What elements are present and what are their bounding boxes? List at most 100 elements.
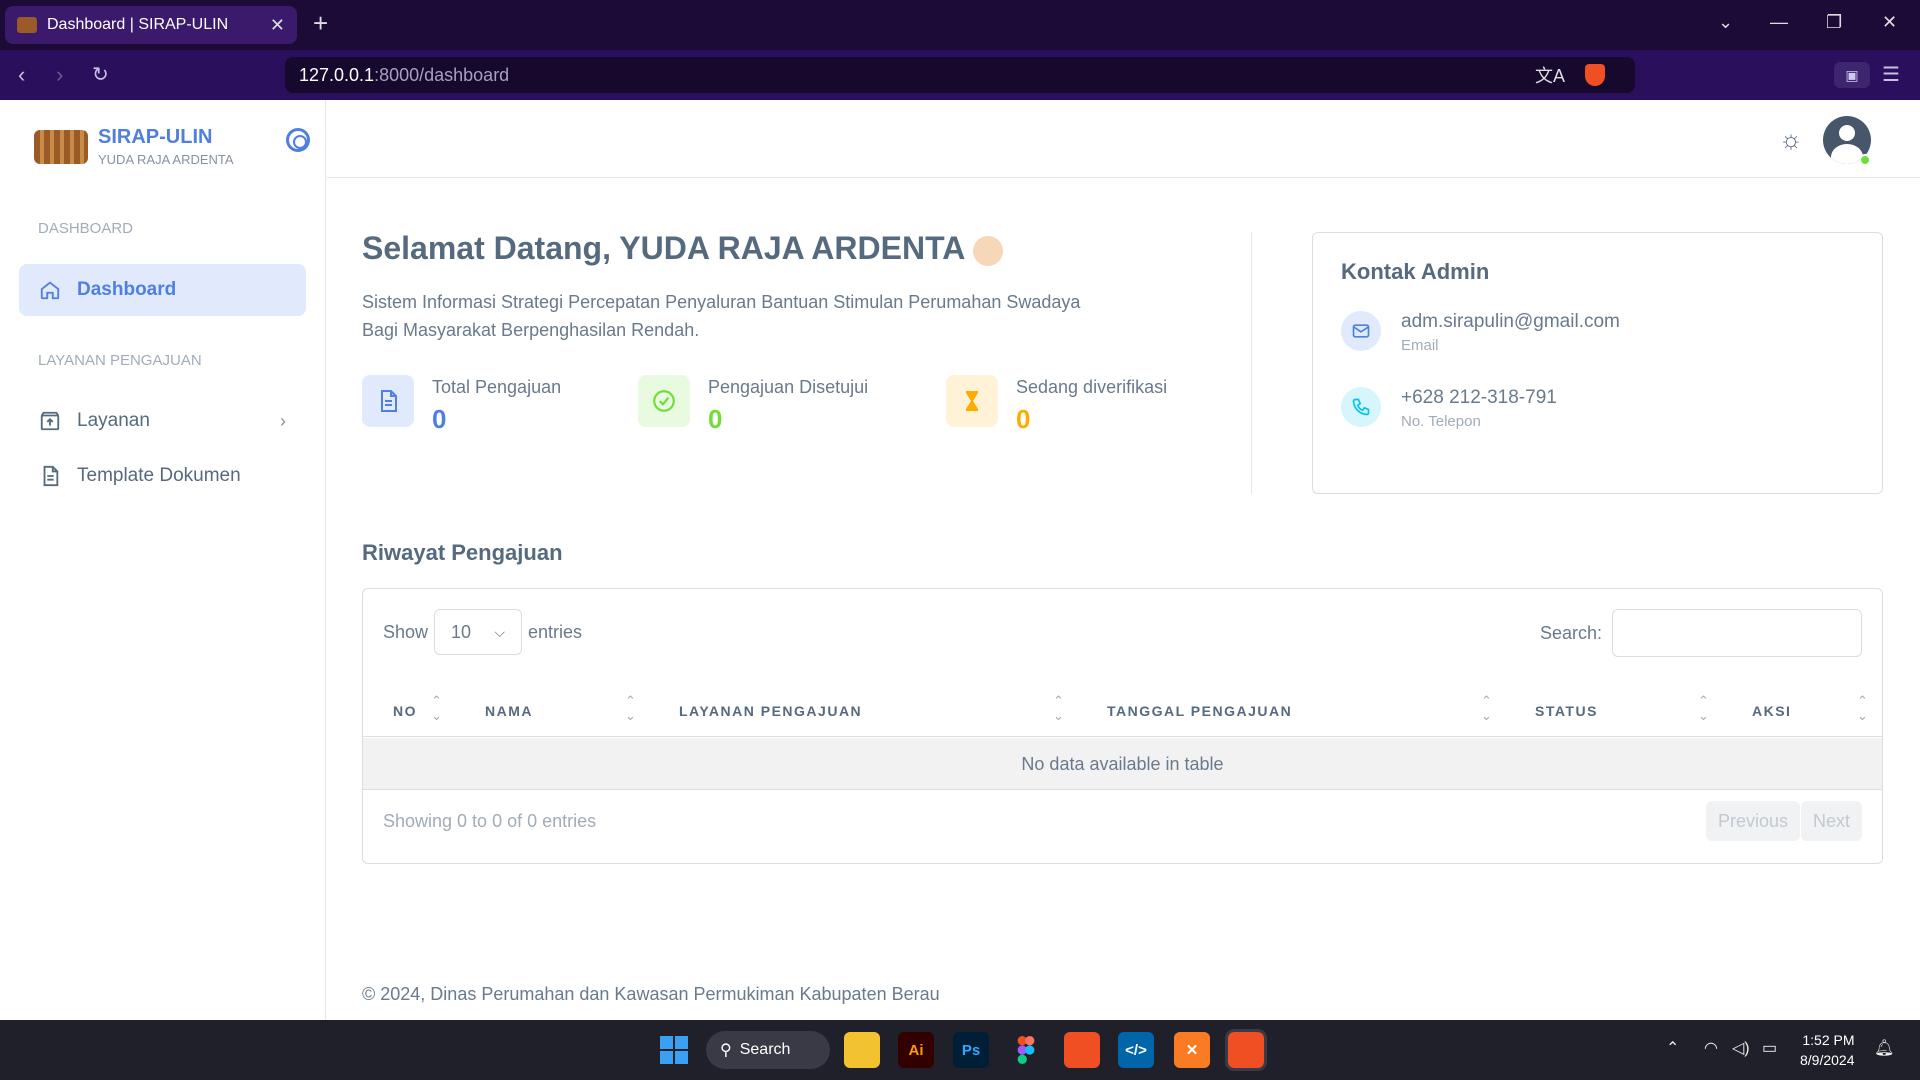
brand-user: YUDA RAJA ARDENTA (98, 152, 234, 167)
browser-tab[interactable]: Dashboard | SIRAP-ULIN ✕ (5, 6, 297, 44)
table-search: Search: (1540, 609, 1862, 657)
minimize-icon[interactable]: — (1770, 12, 1788, 33)
browser-menu-icon[interactable]: ☰ (1882, 62, 1900, 87)
phone-label: No. Telepon (1401, 413, 1481, 430)
previous-button[interactable]: Previous (1705, 801, 1800, 841)
home-icon (39, 279, 61, 301)
sort-icon[interactable]: ⌃ ⌄ (1698, 693, 1709, 723)
sidebar-item-dashboard[interactable]: Dashboard (19, 264, 306, 316)
notification-bell-icon[interactable]: 🔔︎ (1874, 1038, 1894, 1058)
translate-icon[interactable]: 文A (1535, 62, 1565, 88)
url-path: :8000/dashboard (374, 64, 510, 85)
brave-shields-icon[interactable] (1585, 64, 1605, 86)
sidebar-toggle-icon[interactable] (286, 128, 310, 152)
page-length-value: 10 (451, 621, 472, 642)
empty-table-row: No data available in table (363, 738, 1882, 790)
figma-icon[interactable] (1008, 1032, 1044, 1068)
taskbar-clock[interactable]: 1:52 PM 8/9/2024 (1800, 1030, 1855, 1070)
email-label: Email (1401, 337, 1439, 354)
stat-total-pengajuan: Total Pengajuan 0 (362, 375, 561, 435)
entries-label: entries (528, 621, 583, 642)
show-label: Show (383, 621, 429, 642)
restore-icon[interactable]: ❐ (1826, 12, 1842, 33)
contact-admin-card: Kontak Admin adm.sirapulin@gmail.com Ema… (1312, 232, 1883, 494)
page-length-control: Show 10 ⌵ entries (383, 609, 582, 655)
brave-nightly-icon[interactable] (1064, 1032, 1100, 1068)
phone-value[interactable]: +628 212-318-791 (1401, 387, 1557, 409)
section-title: Riwayat Pengajuan (362, 540, 563, 565)
taskbar-search-label: Search (739, 1041, 791, 1058)
close-window-icon[interactable]: ✕ (1882, 12, 1897, 33)
contact-email: adm.sirapulin@gmail.com Email (1341, 311, 1620, 354)
check-circle-icon (638, 375, 690, 427)
windows-start-icon[interactable] (656, 1032, 692, 1068)
reload-icon[interactable]: ↻ (92, 62, 109, 87)
online-status-dot (1859, 154, 1871, 166)
xampp-icon[interactable]: ✕ (1174, 1032, 1210, 1068)
sort-icon[interactable]: ⌃ ⌄ (1857, 693, 1868, 723)
tab-list-icon[interactable]: ⌄ (1718, 12, 1733, 33)
history-table-card: Show 10 ⌵ entries Search: NO ⌃ ⌄ NAMA ⌃ ⌄ … (362, 588, 1883, 864)
column-header-no[interactable]: NO (393, 685, 417, 737)
divider (1251, 232, 1252, 494)
address-bar[interactable]: i 127.0.0.1 :8000/dashboard 文A (285, 57, 1635, 297)
next-button[interactable]: Next (1800, 801, 1862, 841)
column-header-nama[interactable]: NAMA (485, 685, 533, 737)
chevron-down-icon: ⌵ (494, 623, 506, 640)
column-header-aksi[interactable]: AKSI (1752, 685, 1791, 737)
column-header-tanggal[interactable]: TANGGAL PENGAJUAN (1107, 685, 1292, 737)
url-host: 127.0.0.1 (299, 64, 375, 85)
document-icon (362, 375, 414, 427)
sort-icon[interactable]: ⌃ ⌄ (1481, 693, 1492, 723)
wallet-icon[interactable]: ▣ (1834, 62, 1870, 88)
close-tab-icon[interactable]: ✕ (270, 15, 285, 36)
stat-label: Pengajuan Disetujui (708, 377, 869, 397)
wifi-icon[interactable]: ◠ (1704, 1038, 1718, 1058)
menu-header-layanan: LAYANAN PENGAJUAN (38, 352, 202, 369)
app-header: ☼ (327, 100, 1920, 178)
sidebar: SIRAP-ULIN YUDA RAJA ARDENTA DASHBOARD D… (0, 100, 326, 1020)
document-icon (39, 465, 61, 487)
back-icon[interactable]: ‹ (18, 62, 25, 88)
column-header-layanan[interactable]: LAYANAN PENGAJUAN (679, 685, 862, 737)
email-value[interactable]: adm.sirapulin@gmail.com (1401, 311, 1620, 333)
battery-icon[interactable]: ▭ (1762, 1038, 1777, 1058)
chevron-right-icon: › (280, 410, 286, 431)
file-explorer-icon[interactable] (844, 1032, 880, 1068)
illustrator-icon[interactable]: Ai (898, 1032, 934, 1068)
card-title: Kontak Admin (1341, 259, 1490, 284)
page-length-select[interactable]: 10 ⌵ (434, 609, 523, 655)
stat-label: Sedang diverifikasi (1016, 377, 1168, 397)
brand-logo (34, 129, 88, 164)
archive-upload-icon (39, 410, 61, 432)
stat-pengajuan-disetujui: Pengajuan Disetujui 0 (638, 375, 868, 435)
table-info: Showing 0 to 0 of 0 entries (383, 811, 597, 831)
footer-copyright: © 2024, Dinas Perumahan dan Kawasan Perm… (362, 984, 940, 1004)
browser-tab-bar: Dashboard | SIRAP-ULIN ✕ + ⌄ — ❐ ✕ (0, 0, 1920, 50)
windows-taskbar: ⚲ Search Ai Ps </> ✕ ⌃ ◠ ◁) ▭ 1:52 PM 8/… (0, 1020, 1920, 1080)
taskbar-search[interactable]: ⚲ Search (706, 1031, 830, 1069)
clock-date: 8/9/2024 (1800, 1052, 1855, 1068)
theme-toggle-icon[interactable]: ☼ (1777, 125, 1805, 153)
sidebar-item-layanan[interactable]: Layanan › (19, 395, 306, 447)
forward-icon[interactable]: › (56, 62, 63, 88)
mail-icon (1341, 311, 1381, 351)
column-header-status[interactable]: STATUS (1535, 685, 1598, 737)
page-title: Selamat Datang, YUDA RAJA ARDENTA (362, 230, 1004, 267)
search-label: Search: (1539, 622, 1602, 643)
brave-browser-icon[interactable] (1225, 1029, 1267, 1071)
sidebar-item-template-dokumen[interactable]: Template Dokumen (19, 450, 306, 502)
sort-icon[interactable]: ⌃ ⌄ (625, 693, 636, 723)
volume-icon[interactable]: ◁) (1732, 1038, 1750, 1058)
photoshop-icon[interactable]: Ps (953, 1032, 989, 1068)
vscode-icon[interactable]: </> (1118, 1032, 1154, 1068)
brand[interactable]: SIRAP-ULIN YUDA RAJA ARDENTA (34, 126, 234, 167)
sort-icon[interactable]: ⌃ ⌄ (431, 693, 442, 723)
new-tab-button[interactable]: + (313, 8, 328, 39)
show-hidden-icons-icon[interactable]: ⌃ (1666, 1038, 1679, 1058)
search-input[interactable] (1612, 609, 1862, 657)
sort-icon[interactable]: ⌃ ⌄ (1053, 693, 1064, 723)
sidebar-item-label: Template Dokumen (77, 465, 241, 486)
stat-value: 0 (1016, 404, 1031, 434)
contact-phone: +628 212-318-791 No. Telepon (1341, 387, 1557, 430)
